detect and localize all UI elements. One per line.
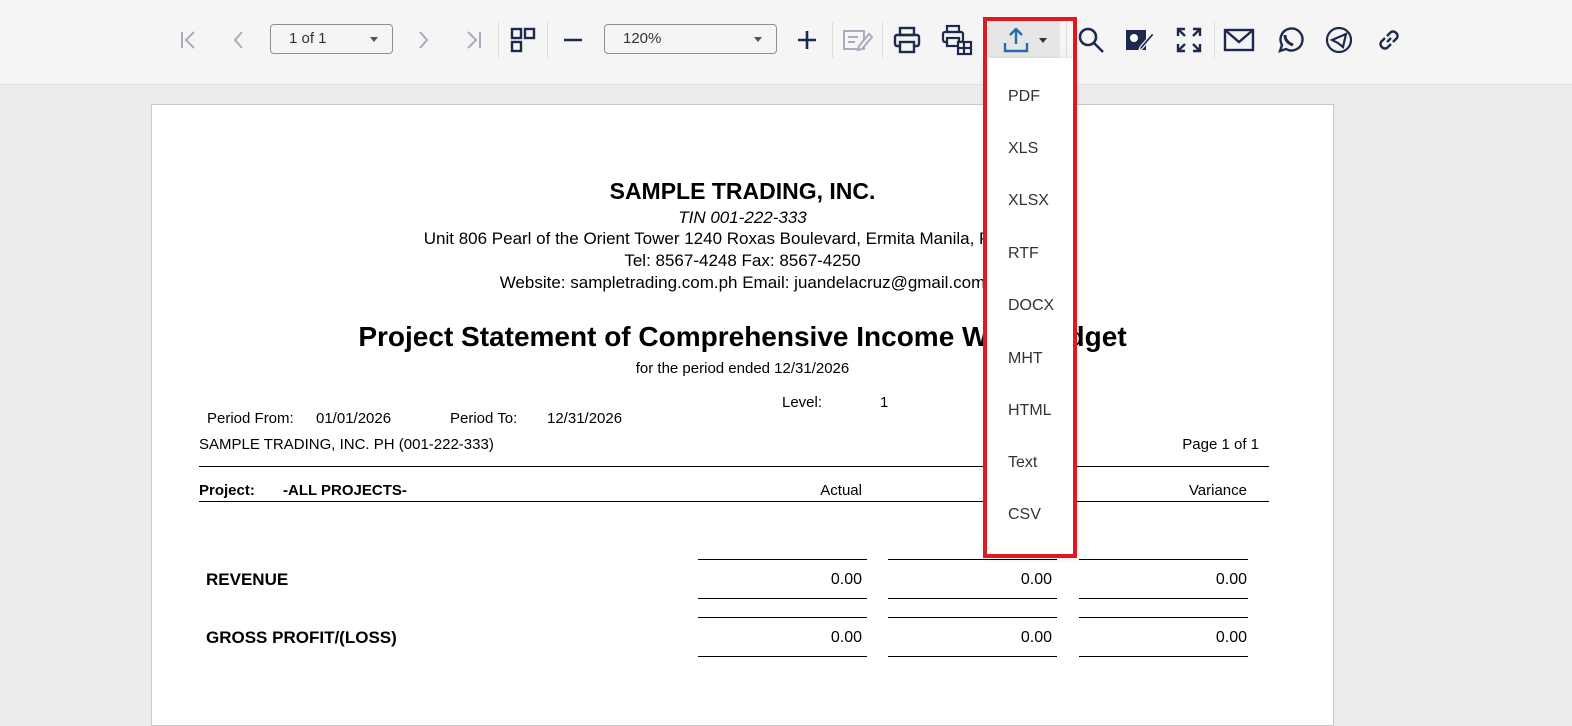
row-label: GROSS PROFIT/(LOSS) xyxy=(206,628,397,647)
total-rule xyxy=(698,656,867,657)
header-rule xyxy=(199,501,1269,502)
export-menu-item-docx[interactable]: DOCX xyxy=(1008,297,1054,315)
total-rule xyxy=(1079,617,1248,618)
first-page-icon[interactable] xyxy=(170,20,208,60)
page-selector-value: 1 of 1 xyxy=(289,30,327,47)
toolbar-divider xyxy=(547,22,548,58)
export-menu-item-pdf[interactable]: PDF xyxy=(1008,88,1040,106)
page-info: Page 1 of 1 xyxy=(1182,436,1259,453)
total-rule xyxy=(888,559,1057,560)
fullscreen-icon[interactable] xyxy=(1170,20,1208,60)
project-value: -ALL PROJECTS- xyxy=(283,482,407,499)
link-icon[interactable] xyxy=(1370,20,1408,60)
row-budget: 0.00 xyxy=(1020,571,1052,588)
company-tin: TIN 001-222-333 xyxy=(678,208,807,227)
row-label: REVENUE xyxy=(206,570,289,589)
period-from-label: Period From: xyxy=(207,410,294,427)
export-icon xyxy=(1003,27,1029,53)
toolbar-divider xyxy=(1066,22,1067,58)
level-label: Level: xyxy=(782,394,823,411)
print-icon[interactable] xyxy=(888,20,926,60)
chevron-down-icon xyxy=(1039,37,1047,43)
whatsapp-icon[interactable] xyxy=(1270,20,1308,60)
export-format-menu: PDF XLS XLSX RTF DOCX MHT HTML Text CSV xyxy=(985,58,1076,556)
company-address: Unit 806 Pearl of the Orient Tower 1240 … xyxy=(423,229,1062,248)
export-menu-item-mht[interactable]: MHT xyxy=(1008,350,1043,368)
export-menu-item-xlsx[interactable]: XLSX xyxy=(1008,192,1049,210)
export-button[interactable] xyxy=(988,20,1060,60)
toolbar-divider xyxy=(1214,22,1215,58)
previous-page-icon[interactable] xyxy=(220,20,258,60)
export-menu-item-rtf[interactable]: RTF xyxy=(1008,245,1039,263)
company-web-email: Website: sampletrading.com.ph Email: jua… xyxy=(499,273,986,292)
row-variance: 0.00 xyxy=(1215,571,1247,588)
company-contact: Tel: 8567-4248 Fax: 8567-4250 xyxy=(624,251,861,270)
export-menu-item-text[interactable]: Text xyxy=(1008,454,1037,472)
zoom-out-icon[interactable] xyxy=(554,20,592,60)
company-line: SAMPLE TRADING, INC. PH (001-222-333) xyxy=(199,436,494,453)
email-icon[interactable] xyxy=(1220,20,1258,60)
form-edit-icon[interactable] xyxy=(1120,20,1158,60)
level-value: 1 xyxy=(880,394,889,411)
chevron-down-icon xyxy=(370,37,378,42)
zoom-selector-value: 120% xyxy=(623,30,662,47)
column-header-actual: Actual xyxy=(820,482,862,499)
page-selector[interactable]: 1 of 1 xyxy=(270,24,393,54)
period-to-value: 12/31/2026 xyxy=(547,410,623,427)
print-layout-icon[interactable] xyxy=(938,20,976,60)
edit-icon[interactable] xyxy=(838,20,876,60)
toolbar-divider xyxy=(832,22,833,58)
zoom-in-icon[interactable] xyxy=(788,20,826,60)
row-actual: 0.00 xyxy=(830,571,862,588)
row-budget: 0.00 xyxy=(1020,629,1052,646)
company-name: SAMPLE TRADING, INC. xyxy=(609,178,876,204)
total-rule xyxy=(698,559,867,560)
search-icon[interactable] xyxy=(1072,20,1110,60)
total-rule xyxy=(888,656,1057,657)
chevron-down-icon xyxy=(754,37,762,42)
header-rule xyxy=(199,466,1269,467)
total-rule xyxy=(1079,656,1248,657)
total-rule xyxy=(1079,559,1248,560)
last-page-icon[interactable] xyxy=(454,20,492,60)
telegram-icon[interactable] xyxy=(1320,20,1358,60)
report-title: Project Statement of Comprehensive Incom… xyxy=(358,321,1127,352)
toolbar-divider xyxy=(498,22,499,58)
report-period-line: for the period ended 12/31/2026 xyxy=(635,360,850,377)
project-label: Project: xyxy=(199,482,255,499)
zoom-selector[interactable]: 120% xyxy=(604,24,777,54)
export-menu-item-xls[interactable]: XLS xyxy=(1008,140,1038,158)
toolbar-divider xyxy=(882,22,883,58)
export-menu-item-csv[interactable]: CSV xyxy=(1008,506,1041,524)
total-rule xyxy=(1079,598,1248,599)
row-variance: 0.00 xyxy=(1215,629,1247,646)
next-page-icon[interactable] xyxy=(404,20,442,60)
total-rule xyxy=(698,598,867,599)
total-rule xyxy=(698,617,867,618)
row-actual: 0.00 xyxy=(830,629,862,646)
viewer-toolbar: 1 of 1 120% xyxy=(0,0,1572,85)
thumbnails-icon[interactable] xyxy=(504,20,542,60)
period-from-value: 01/01/2026 xyxy=(316,410,392,427)
report-page: SAMPLE TRADING, INC. TIN 001-222-333 Uni… xyxy=(151,104,1334,726)
column-header-variance: Variance xyxy=(1188,482,1247,499)
period-to-label: Period To: xyxy=(450,410,518,427)
export-menu-item-html[interactable]: HTML xyxy=(1008,402,1052,420)
total-rule xyxy=(888,598,1057,599)
total-rule xyxy=(888,617,1057,618)
